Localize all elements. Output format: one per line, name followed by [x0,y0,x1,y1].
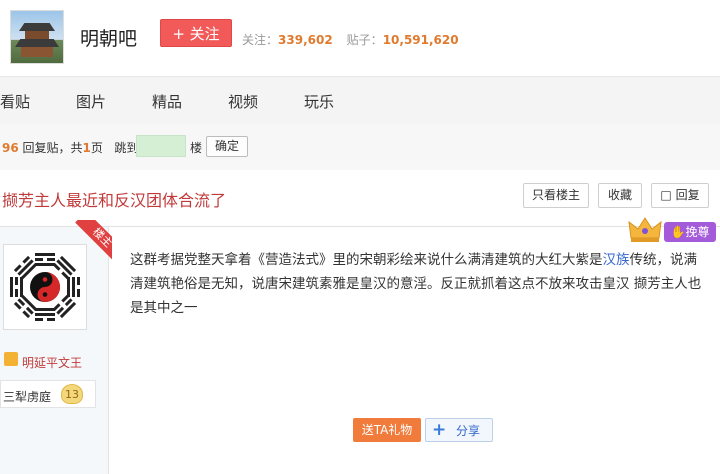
forum-nav: 看贴 图片 精品 视频 玩乐 [0,76,720,126]
thread-title: 撷芳主人最近和反汉团体合流了 [2,191,227,210]
crown-icon [628,217,662,242]
reply-button-label: 回复 [675,188,700,202]
thumbs-up-icon: ✋ [670,225,686,239]
follow-count-label: 关注： [242,33,279,47]
nav-tab-videos[interactable]: 视频 [228,91,258,112]
reply-label: 回复贴，共 [22,141,83,155]
share-label: 分享 [456,424,481,438]
pager-bar: 96 回复贴，共1页 跳到 楼 确定 [0,124,720,171]
share-plus-icon: + [432,420,447,440]
comment-icon: □ [660,188,672,202]
author-username[interactable]: 明延平文王 [22,354,82,371]
page-label: 页 [90,141,103,155]
jump-confirm-button[interactable]: 确定 [206,136,248,157]
nav-tab-posts[interactable]: 看贴 [0,91,30,112]
favorite-button[interactable]: 收藏 [598,183,642,208]
share-button[interactable]: + 分享 [425,418,493,442]
reply-count: 96 [2,141,19,155]
author-ribbon-label: 楼主 [75,220,112,260]
member-badge-icon [4,352,18,366]
post-count: 10,591,620 [382,33,459,47]
jump-label: 跳到 [114,141,139,155]
send-gift-button[interactable]: 送TA礼物 [353,418,421,442]
nav-tab-images[interactable]: 图片 [76,91,106,112]
nav-tab-featured[interactable]: 精品 [152,91,182,112]
thread-title-bar: 撷芳主人最近和反汉团体合流了 只看楼主 收藏 □ 回复 [0,170,720,227]
forum-logo[interactable] [10,10,64,64]
reply-button[interactable]: □ 回复 [651,183,709,208]
bar-title: 三犁虏庭 [3,390,52,404]
follow-button[interactable]: + 关注 [160,19,232,47]
only-author-button[interactable]: 只看楼主 [523,183,589,208]
post-content: 这群考据党整天拿着《营造法式》里的宋朝彩绘来说什么满清建筑的大红大紫是汉族传统，… [130,248,710,320]
forum-name[interactable]: 明朝吧 [80,24,137,51]
bar-title-box: 三犁虏庭 13 [0,380,96,408]
post-text-before: 这群考据党整天拿着《营造法式》里的宋朝彩绘来说什么满清建筑的大红大紫是 [130,252,603,268]
author-sidebar: 明延平文王 三犁虏庭 13 [0,227,109,474]
floor-label: 楼 [190,141,203,155]
nav-tab-games[interactable]: 玩乐 [304,91,334,112]
follow-count: 339,602 [278,33,333,47]
vip-badge[interactable]: ✋挽尊 [664,222,716,242]
vip-label: 挽尊 [685,225,710,239]
jump-page-input[interactable] [136,135,186,157]
post-link-han[interactable]: 汉族 [603,252,630,268]
level-badge: 13 [61,384,83,404]
reply-summary: 96 回复贴，共1页 跳到 [2,139,138,156]
post-count-label: 贴子： [346,33,383,47]
author-ribbon: 楼主 [72,220,112,260]
forum-stats: 关注：339,602 贴子：10,591,620 [242,31,459,48]
page-count: 1 [82,141,91,155]
forum-header: 明朝吧 + 关注 关注：339,602 贴子：10,591,620 [0,0,720,76]
